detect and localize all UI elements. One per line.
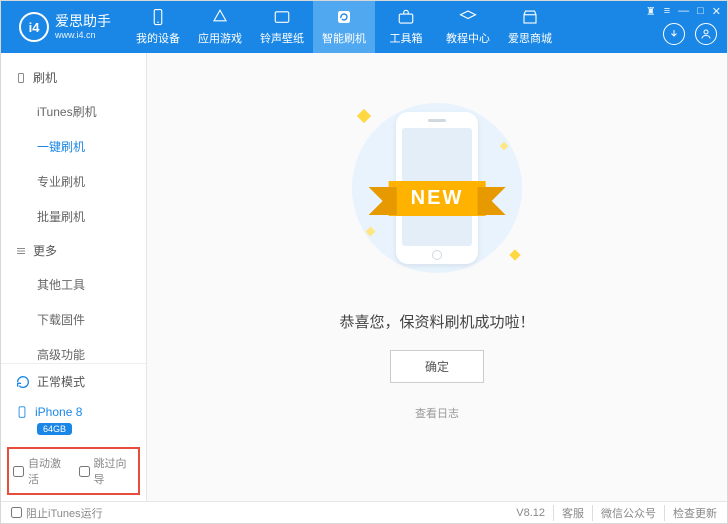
mode-label: 正常模式 xyxy=(37,373,85,390)
phone-blue-icon xyxy=(15,405,29,419)
app-header: i4 爱思助手 www.i4.cn 我的设备 应用游戏 铃声壁纸 智能刷机 工具… xyxy=(1,1,727,53)
tab-flash[interactable]: 智能刷机 xyxy=(313,1,375,53)
tab-tutorials[interactable]: 教程中心 xyxy=(437,1,499,53)
tab-label: 工具箱 xyxy=(390,30,423,46)
section-title: 更多 xyxy=(33,242,57,259)
device-name: iPhone 8 xyxy=(35,405,82,419)
tab-label: 应用游戏 xyxy=(198,30,242,46)
menu-lines-icon xyxy=(15,245,27,257)
ok-button[interactable]: 确定 xyxy=(390,350,484,383)
tab-label: 爱思商城 xyxy=(508,30,552,46)
block-itunes-checkbox[interactable]: 阻止iTunes运行 xyxy=(11,505,103,521)
success-illustration: NEW xyxy=(337,93,537,283)
sidebar-item-download-firmware[interactable]: 下载固件 xyxy=(1,302,146,337)
app-logo: i4 爱思助手 www.i4.cn xyxy=(9,12,121,42)
skin-button[interactable]: ♜ xyxy=(646,5,656,18)
refresh-icon xyxy=(335,8,353,26)
phone-outline-icon xyxy=(15,72,27,84)
tab-store[interactable]: 爱思商城 xyxy=(499,1,561,53)
toolbox-icon xyxy=(397,8,415,26)
sidebar-item-pro-flash[interactable]: 专业刷机 xyxy=(1,164,146,199)
brand-title: 爱思助手 xyxy=(55,13,111,30)
sidebar-item-advanced[interactable]: 高级功能 xyxy=(1,337,146,363)
tab-label: 智能刷机 xyxy=(322,30,366,46)
tab-apps[interactable]: 应用游戏 xyxy=(189,1,251,53)
tab-toolbox[interactable]: 工具箱 xyxy=(375,1,437,53)
image-icon xyxy=(273,8,291,26)
refresh-blue-icon xyxy=(15,374,31,390)
logo-icon: i4 xyxy=(19,12,49,42)
window-controls: ♜ ≡ — □ ✕ xyxy=(646,5,721,18)
sidebar-item-oneclick-flash[interactable]: 一键刷机 xyxy=(1,129,146,164)
close-button[interactable]: ✕ xyxy=(712,5,721,18)
check-update-link[interactable]: 检查更新 xyxy=(664,505,717,521)
wechat-link[interactable]: 微信公众号 xyxy=(592,505,656,521)
main-content: NEW 恭喜您，保资料刷机成功啦！ 确定 查看日志 xyxy=(147,53,727,501)
device-row[interactable]: iPhone 8 xyxy=(1,399,146,421)
support-link[interactable]: 客服 xyxy=(553,505,584,521)
user-button[interactable] xyxy=(695,23,717,45)
header-right-controls xyxy=(663,23,717,45)
sidebar-item-batch-flash[interactable]: 批量刷机 xyxy=(1,199,146,234)
version-label: V8.12 xyxy=(516,507,545,519)
apps-icon xyxy=(211,8,229,26)
sidebar-item-itunes-flash[interactable]: iTunes刷机 xyxy=(1,94,146,129)
sidebar-item-other-tools[interactable]: 其他工具 xyxy=(1,267,146,302)
success-message: 恭喜您，保资料刷机成功啦！ xyxy=(339,311,534,332)
minimize-button[interactable]: — xyxy=(678,5,689,18)
menu-button[interactable]: ≡ xyxy=(664,5,670,18)
new-ribbon: NEW xyxy=(389,181,486,216)
device-mode[interactable]: 正常模式 xyxy=(1,364,146,399)
section-title: 刷机 xyxy=(33,69,57,86)
skip-guide-checkbox[interactable]: 跳过向导 xyxy=(79,455,135,487)
checkbox-label: 自动激活 xyxy=(28,455,69,487)
phone-icon xyxy=(149,8,167,26)
checkbox-label: 阻止iTunes运行 xyxy=(26,505,103,521)
tab-my-device[interactable]: 我的设备 xyxy=(127,1,189,53)
storage-badge: 64GB xyxy=(37,423,72,435)
tab-label: 铃声壁纸 xyxy=(260,30,304,46)
maximize-button[interactable]: □ xyxy=(697,5,704,18)
store-icon xyxy=(521,8,539,26)
brand-subtitle: www.i4.cn xyxy=(55,30,111,41)
post-flash-options: 自动激活 跳过向导 xyxy=(7,447,140,495)
download-button[interactable] xyxy=(663,23,685,45)
auto-activate-checkbox[interactable]: 自动激活 xyxy=(13,455,69,487)
tab-ringtones[interactable]: 铃声壁纸 xyxy=(251,1,313,53)
view-log-link[interactable]: 查看日志 xyxy=(415,405,459,421)
sidebar-section-flash[interactable]: 刷机 xyxy=(1,61,146,94)
checkbox-label: 跳过向导 xyxy=(94,455,135,487)
tab-label: 教程中心 xyxy=(446,30,490,46)
main-tabs: 我的设备 应用游戏 铃声壁纸 智能刷机 工具箱 教程中心 爱思商城 xyxy=(127,1,561,53)
status-bar: 阻止iTunes运行 V8.12 客服 微信公众号 检查更新 xyxy=(1,501,727,523)
sidebar: 刷机 iTunes刷机 一键刷机 专业刷机 批量刷机 更多 其他工具 下载固件 … xyxy=(1,53,147,501)
tab-label: 我的设备 xyxy=(136,30,180,46)
graduation-icon xyxy=(459,8,477,26)
sidebar-section-more[interactable]: 更多 xyxy=(1,234,146,267)
